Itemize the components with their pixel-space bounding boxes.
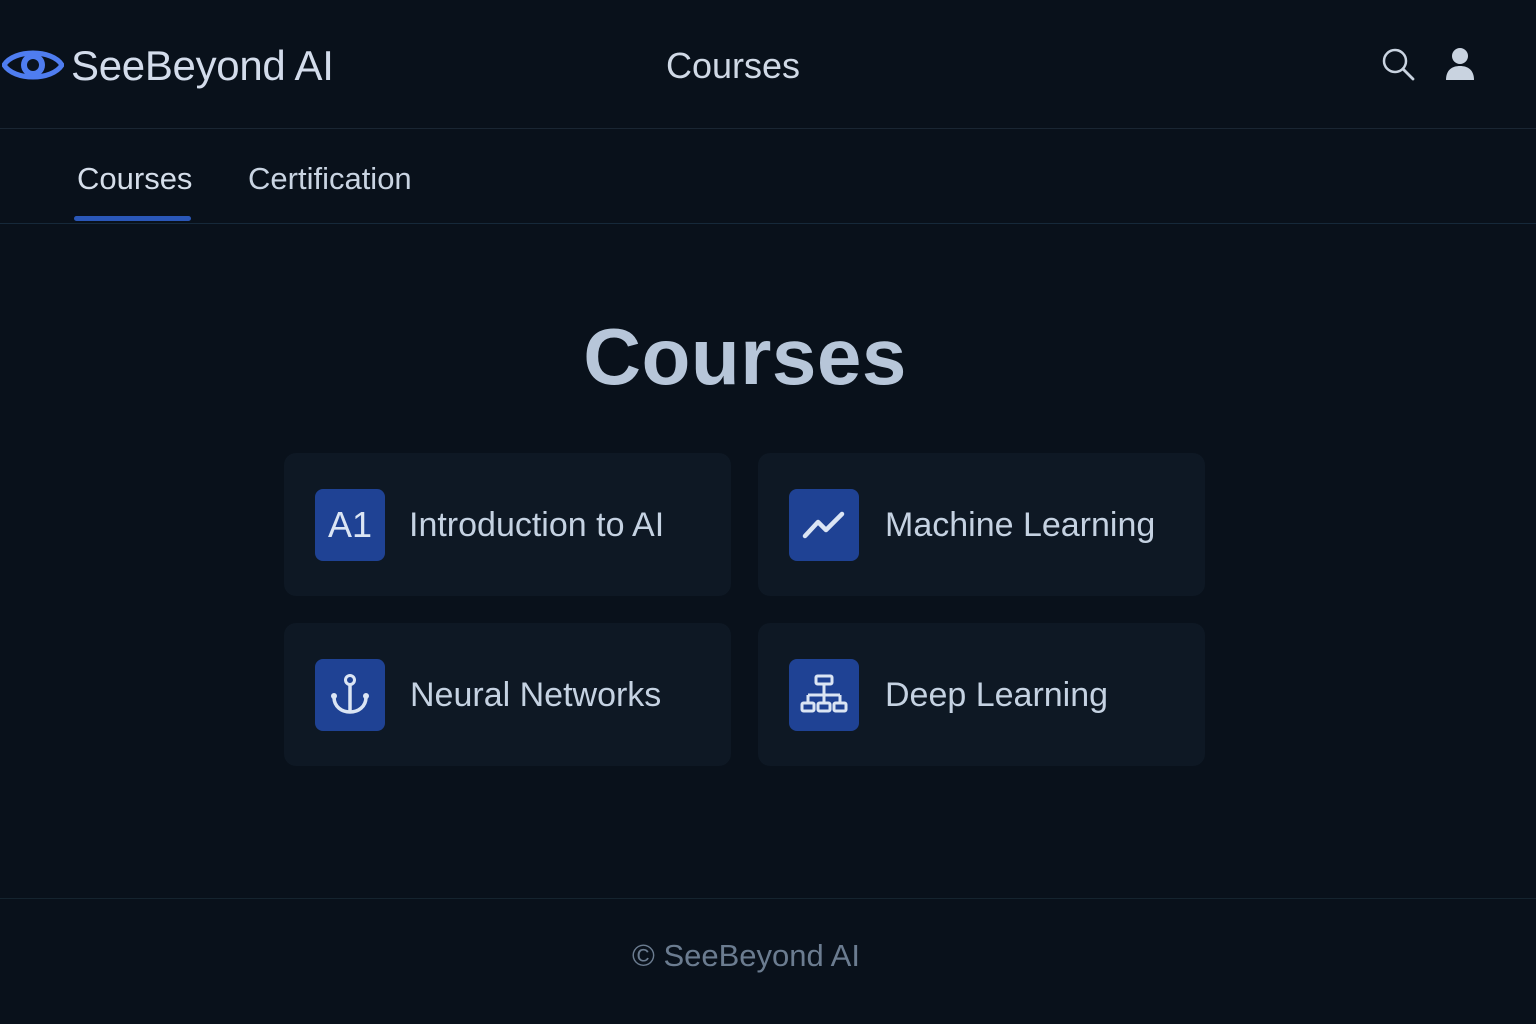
trend-line-icon (789, 489, 859, 561)
active-tab-indicator (74, 216, 191, 221)
course-card-intro-ai[interactable]: A1 Introduction to AI (284, 453, 731, 596)
course-card-neural-networks[interactable]: Neural Networks (284, 623, 731, 766)
course-label: Introduction to AI (409, 506, 665, 544)
course-label: Deep Learning (885, 676, 1109, 714)
tab-bar: Courses Certification (0, 129, 1536, 224)
footer: © SeeBeyond AI (0, 898, 1536, 1024)
course-card-machine-learning[interactable]: Machine Learning (758, 453, 1205, 596)
tab-certification[interactable]: Certification (248, 159, 412, 199)
ai-text-icon: A1 (315, 489, 385, 561)
page-title: Courses (583, 312, 907, 401)
tab-courses[interactable]: Courses (77, 159, 192, 199)
hierarchy-icon (789, 659, 859, 731)
search-button[interactable] (1378, 44, 1418, 84)
course-label: Neural Networks (410, 676, 662, 714)
account-button[interactable] (1440, 44, 1480, 84)
copyright-text: © SeeBeyond AI (632, 938, 860, 973)
search-icon (1382, 48, 1415, 81)
header-page-title: Courses (665, 45, 801, 86)
course-label: Machine Learning (885, 506, 1156, 544)
user-icon (1446, 48, 1474, 80)
anchor-icon (315, 659, 385, 731)
course-card-deep-learning[interactable]: Deep Learning (758, 623, 1205, 766)
top-bar: SeeBeyond AI Courses (0, 0, 1536, 129)
